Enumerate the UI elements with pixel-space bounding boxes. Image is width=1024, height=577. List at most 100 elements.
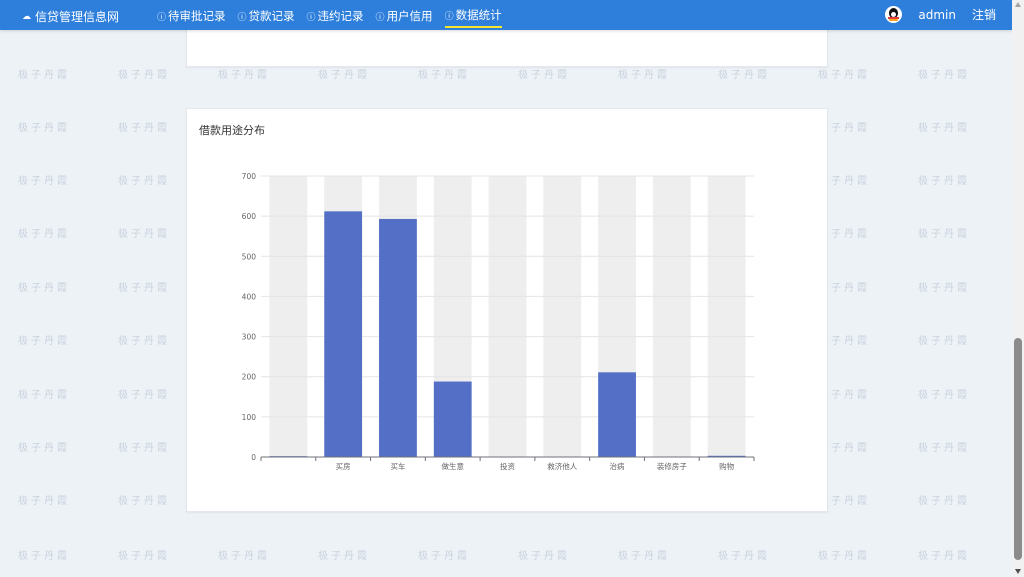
x-tick-label: 买房 <box>336 461 351 471</box>
y-tick-label: 700 <box>242 172 257 181</box>
bar <box>598 372 636 457</box>
username[interactable]: admin <box>918 8 956 22</box>
watermark-text: 极子丹霞 <box>918 390 970 401</box>
watermark-text: 极子丹霞 <box>118 123 170 134</box>
bar-background <box>707 176 746 457</box>
watermark-text: 极子丹霞 <box>618 70 670 81</box>
bar-background <box>269 176 308 457</box>
bar-background <box>543 176 582 457</box>
y-tick-label: 600 <box>242 212 257 221</box>
watermark-text: 极子丹霞 <box>918 70 970 81</box>
watermark-text: 极子丹霞 <box>118 496 170 507</box>
info-circle-icon: ⓘ <box>306 12 316 23</box>
watermark-text: 极子丹霞 <box>618 551 670 562</box>
x-tick-label: 治病 <box>610 461 625 471</box>
nav-menu: ⓘ 待审批记录 ⓘ 贷款记录 ⓘ 违约记录 ⓘ 用户信用 ⓘ 数据统计 <box>157 7 502 28</box>
watermark-text: 极子丹霞 <box>218 551 270 562</box>
watermark-text: 极子丹霞 <box>918 496 970 507</box>
bar <box>379 218 417 457</box>
loan-purpose-bar-chart: 0 100 200 300 400 500 600 700 买房 买车 做生意 投资 救济他人 治病 装修房… <box>242 172 755 471</box>
watermark-text: 极子丹霞 <box>918 229 970 240</box>
watermark-text: 极子丹霞 <box>518 70 570 81</box>
y-tick-label: 100 <box>242 413 257 422</box>
watermark-text: 极子丹霞 <box>118 70 170 81</box>
loan-purpose-chart-card: 借款用途分布 0 100 200 300 400 500 600 700 买房 买车 做生意 投资 救济… <box>186 108 828 512</box>
x-tick-label: 投资 <box>500 461 515 471</box>
brand-title: 信贷管理信息网 <box>35 10 120 24</box>
watermark-text: 极子丹霞 <box>18 229 70 240</box>
watermark-text: 极子丹霞 <box>118 551 170 562</box>
watermark-text: 极子丹霞 <box>818 70 870 81</box>
bar-background <box>488 176 527 457</box>
y-tick-label: 0 <box>251 453 256 462</box>
nav-item-label: 用户信用 <box>386 9 433 23</box>
brand[interactable]: ☁ 信贷管理信息网 <box>22 8 119 25</box>
watermark-text: 极子丹霞 <box>18 551 70 562</box>
watermark-text: 极子丹霞 <box>118 283 170 294</box>
watermark-text: 极子丹霞 <box>918 283 970 294</box>
nav-item-label: 数据统计 <box>455 8 502 22</box>
cloud-icon: ☁ <box>22 11 31 22</box>
nav-item-label: 贷款记录 <box>248 9 295 23</box>
previous-chart-card <box>186 24 828 67</box>
watermark-text: 极子丹霞 <box>818 551 870 562</box>
watermark-text: 极子丹霞 <box>918 123 970 134</box>
x-tick-label: 购物 <box>719 461 734 471</box>
watermark-text: 极子丹霞 <box>18 496 70 507</box>
nav-item-loan-records[interactable]: ⓘ 贷款记录 <box>238 7 295 28</box>
info-circle-icon: ⓘ <box>237 12 247 23</box>
watermark-text: 极子丹霞 <box>18 336 70 347</box>
watermark-text: 极子丹霞 <box>118 443 170 454</box>
nav-item-default-records[interactable]: ⓘ 违约记录 <box>307 7 364 28</box>
scrollbar-thumb[interactable] <box>1014 338 1022 560</box>
bar <box>324 211 363 457</box>
scroll-down-arrow-icon[interactable] <box>1015 569 1021 574</box>
watermark-text: 极子丹霞 <box>118 390 170 401</box>
nav-item-user-credit[interactable]: ⓘ 用户信用 <box>376 7 433 28</box>
y-tick-label: 300 <box>242 333 257 342</box>
x-tick-label: 装修房子 <box>657 461 687 471</box>
watermark-text: 极子丹霞 <box>918 443 970 454</box>
watermark-text: 极子丹霞 <box>218 70 270 81</box>
nav-item-label: 违约记录 <box>317 9 364 23</box>
watermark-text: 极子丹霞 <box>18 70 70 81</box>
watermark-text: 极子丹霞 <box>18 390 70 401</box>
watermark-text: 极子丹霞 <box>518 551 570 562</box>
x-tick-label: 做生意 <box>441 461 464 471</box>
nav-item-label: 待审批记录 <box>168 9 226 23</box>
qq-penguin-avatar-icon[interactable] <box>885 6 903 23</box>
scroll-up-arrow-icon[interactable] <box>1015 2 1021 7</box>
y-tick-label: 200 <box>242 373 257 382</box>
watermark-text: 极子丹霞 <box>318 551 370 562</box>
watermark-text: 极子丹霞 <box>918 336 970 347</box>
info-circle-icon: ⓘ <box>157 12 167 23</box>
watermark-text: 极子丹霞 <box>18 176 70 187</box>
watermark-text: 极子丹霞 <box>18 123 70 134</box>
watermark-text: 极子丹霞 <box>318 70 370 81</box>
watermark-text: 极子丹霞 <box>918 176 970 187</box>
watermark-text: 极子丹霞 <box>918 551 970 562</box>
watermark-text: 极子丹霞 <box>18 443 70 454</box>
y-tick-label: 400 <box>242 292 257 301</box>
user-area: admin 注销 <box>885 6 996 23</box>
x-tick-label: 买车 <box>390 461 405 471</box>
watermark-text: 极子丹霞 <box>718 70 770 81</box>
nav-item-statistics[interactable]: ⓘ 数据统计 <box>444 7 502 28</box>
nav-item-pending-approval[interactable]: ⓘ 待审批记录 <box>157 7 226 28</box>
logout-link[interactable]: 注销 <box>972 6 996 23</box>
watermark-text: 极子丹霞 <box>118 176 170 187</box>
page-scrollbar[interactable] <box>1012 0 1024 577</box>
y-tick-label: 500 <box>242 252 257 261</box>
x-tick-label: 救济他人 <box>547 461 577 471</box>
info-circle-icon: ⓘ <box>444 11 454 22</box>
watermark-text: 极子丹霞 <box>718 551 770 562</box>
watermark-text: 极子丹霞 <box>118 336 170 347</box>
bar <box>433 381 472 457</box>
top-navbar: ☁ 信贷管理信息网 ⓘ 待审批记录 ⓘ 贷款记录 ⓘ 违约记录 ⓘ 用户信用 ⓘ… <box>0 0 1012 30</box>
info-circle-icon: ⓘ <box>375 12 385 23</box>
watermark-text: 极子丹霞 <box>118 229 170 240</box>
bar-background <box>652 176 691 457</box>
watermark-text: 极子丹霞 <box>418 551 470 562</box>
watermark-text: 极子丹霞 <box>418 70 470 81</box>
watermark-text: 极子丹霞 <box>18 283 70 294</box>
